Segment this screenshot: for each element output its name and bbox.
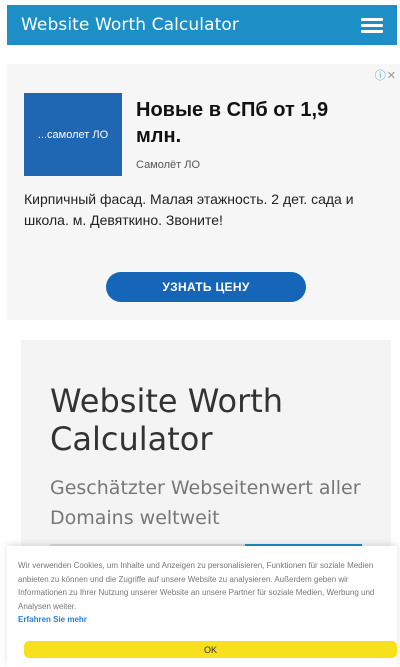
cookie-notice-text: Wir verwenden Cookies, um Inhalte und An… [18,561,375,611]
advertisement-banner[interactable]: ⓘ✕ ...самолет ЛО Новые в СПб от 1,9 млн.… [7,64,400,320]
learn-more-link[interactable]: Erfahren Sie mehr [18,613,386,627]
menu-line [361,30,383,33]
ad-headline[interactable]: Новые в СПб от 1,9 млн. [136,97,376,149]
cookie-ok-button[interactable]: OK [24,641,397,658]
hero-title: Website Worth Calculator [50,382,284,458]
close-icon[interactable]: ✕ [387,70,396,82]
site-title[interactable]: Website Worth Calculator [21,15,239,35]
ad-cta-button[interactable]: УЗНАТЬ ЦЕНУ [106,272,306,302]
info-icon[interactable]: ⓘ [375,70,386,82]
ad-body-text: Кирпичный фасад. Малая этажность. 2 дет.… [24,191,354,228]
adchoices-icon[interactable]: ⓘ✕ [375,67,396,83]
menu-line [361,24,383,27]
hero-subtitle: Geschätzter Webseitenwert aller Domains … [50,477,361,529]
ad-advertiser-name: Самолёт ЛО [136,159,201,171]
advertiser-logo[interactable]: ...самолет ЛО [24,93,122,176]
top-nav-bar: Website Worth Calculator [7,5,397,45]
cookie-consent-banner: Wir verwenden Cookies, um Inhalte und An… [7,546,397,667]
menu-line [361,18,383,21]
hamburger-menu-icon[interactable] [361,17,383,33]
